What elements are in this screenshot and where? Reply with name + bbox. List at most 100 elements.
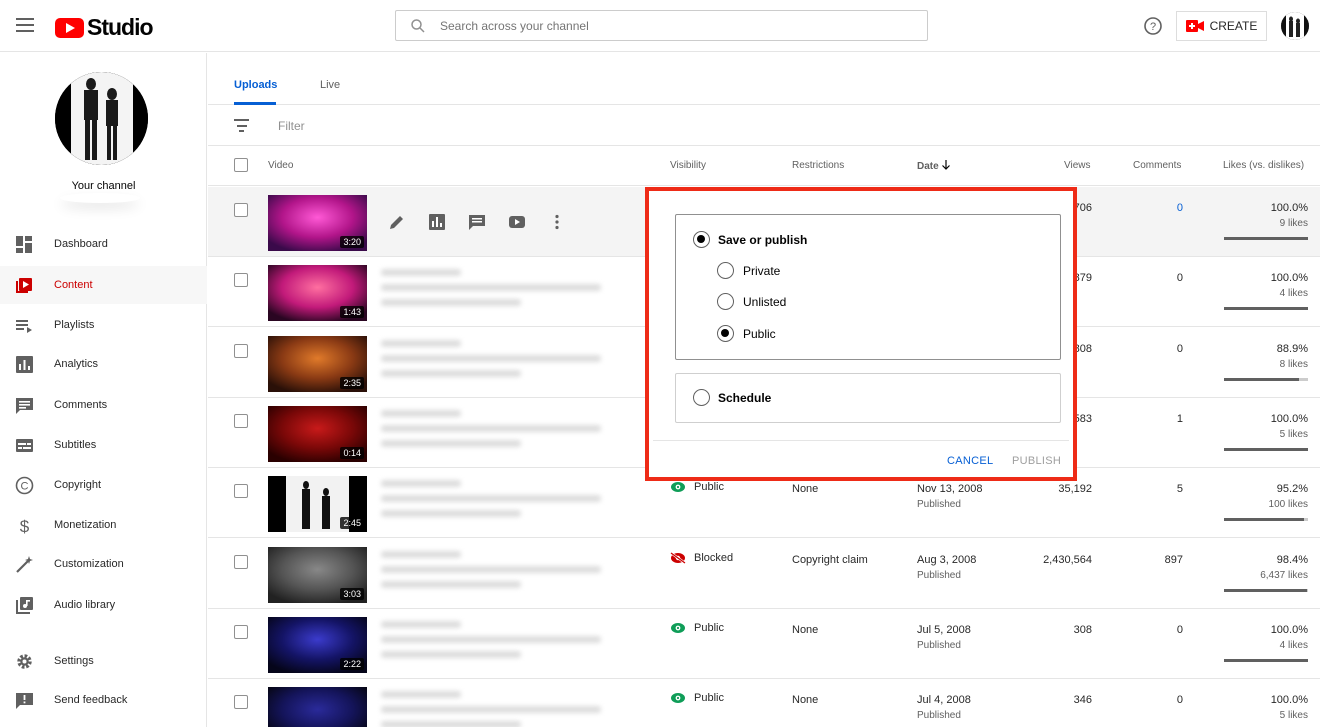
likes-ratio-bar: [1224, 518, 1308, 521]
row-checkbox[interactable]: [234, 344, 248, 358]
sidebar-item-analytics[interactable]: Analytics: [0, 345, 207, 383]
sidebar-item-audio-library[interactable]: Audio library: [0, 586, 207, 624]
likes-count: 100 likes: [1268, 499, 1308, 510]
comments-value: 0: [1176, 343, 1183, 355]
video-thumbnail[interactable]: 3:20: [268, 195, 367, 251]
filter-input[interactable]: Filter: [278, 119, 305, 133]
likes-ratio-fill: [1224, 448, 1308, 451]
row-checkbox[interactable]: [234, 695, 248, 709]
channel-avatar[interactable]: [55, 72, 148, 165]
table-row[interactable]: Public None Jul 4, 2008 Published 346 0 100.0%…: [208, 679, 1320, 727]
likes-percent: 100.0%: [1270, 694, 1308, 706]
youtube-icon[interactable]: [508, 213, 526, 231]
views-value: 35,192: [1058, 483, 1092, 495]
column-comments[interactable]: Comments: [1133, 160, 1181, 171]
video-thumbnail[interactable]: 0:14: [268, 406, 367, 462]
row-checkbox[interactable]: [234, 203, 248, 217]
hamburger-menu-icon[interactable]: [16, 18, 34, 32]
sidebar-item-label: Copyright: [54, 479, 102, 491]
table-row[interactable]: 2:22 Public None Jul 5, 2008 Published 308 0 10…: [208, 609, 1320, 679]
publish-button[interactable]: PUBLISH: [1012, 455, 1061, 467]
row-checkbox[interactable]: [234, 414, 248, 428]
likes-percent: 88.9%: [1276, 343, 1308, 355]
video-thumbnail[interactable]: 2:22: [268, 617, 367, 673]
comments-value[interactable]: 0: [1133, 202, 1183, 214]
sidebar-item-monetization[interactable]: $ Monetization: [0, 506, 207, 544]
cancel-button[interactable]: CANCEL: [947, 455, 993, 467]
likes-count: 4 likes: [1279, 640, 1308, 651]
date-value: Jul 4, 2008: [917, 694, 971, 706]
search-input[interactable]: [440, 18, 900, 33]
sidebar-item-label: Playlists: [54, 319, 95, 331]
row-checkbox[interactable]: [234, 484, 248, 498]
sidebar-item-customization[interactable]: Customization: [0, 545, 207, 583]
tab-uploads[interactable]: Uploads: [234, 79, 277, 91]
comments-value: 1: [1176, 413, 1183, 425]
sidebar-item-settings[interactable]: Settings: [0, 642, 207, 680]
popup-divider: [653, 440, 1069, 441]
video-thumbnail[interactable]: 2:35: [268, 336, 367, 392]
views-value: 346: [1073, 694, 1092, 706]
video-thumbnail[interactable]: 2:45: [268, 476, 367, 532]
sidebar-item-subtitles[interactable]: Subtitles: [0, 426, 207, 464]
active-tab-indicator: [234, 102, 276, 105]
visibility-status[interactable]: Public: [670, 481, 724, 493]
schedule-radio[interactable]: [693, 389, 710, 406]
video-duration: 3:20: [340, 236, 364, 248]
column-visibility[interactable]: Visibility: [670, 160, 706, 171]
table-row[interactable]: 3:03 Blocked Copyright claim Aug 3, 2008 Pub…: [208, 539, 1320, 609]
create-button[interactable]: CREATE: [1176, 11, 1267, 41]
video-duration: 3:03: [340, 588, 364, 600]
sidebar-item-content[interactable]: Content: [0, 266, 207, 304]
edit-pencil-icon[interactable]: [388, 213, 406, 231]
sidebar-item-comments[interactable]: Comments: [0, 386, 207, 424]
search-bar[interactable]: [395, 10, 928, 41]
sidebar-item-label: Content: [54, 279, 93, 291]
row-checkbox[interactable]: [234, 625, 248, 639]
more-options-icon[interactable]: [548, 213, 566, 231]
row-checkbox[interactable]: [234, 555, 248, 569]
channel-shadow: [60, 193, 140, 203]
schedule-label: Schedule: [718, 391, 772, 405]
visibility-status[interactable]: Blocked: [670, 552, 733, 564]
row-checkbox[interactable]: [234, 273, 248, 287]
sidebar-item-playlists[interactable]: Playlists: [0, 306, 207, 344]
sidebar-item-label: Monetization: [54, 519, 117, 531]
column-date[interactable]: Date: [917, 160, 951, 172]
likes-ratio-fill: [1224, 237, 1308, 240]
date-value: Jul 5, 2008: [917, 624, 971, 636]
visibility-status[interactable]: Public: [670, 692, 724, 704]
column-views[interactable]: Views: [1064, 160, 1091, 171]
comments-value: 897: [1164, 554, 1183, 566]
column-restrictions[interactable]: Restrictions: [792, 160, 844, 171]
account-avatar[interactable]: [1281, 12, 1309, 40]
sidebar-item-label: Subtitles: [54, 439, 97, 451]
video-thumbnail[interactable]: 1:43: [268, 265, 367, 321]
likes-ratio-fill: [1224, 659, 1308, 662]
filter-bar[interactable]: Filter: [208, 106, 1320, 146]
tab-live[interactable]: Live: [320, 79, 340, 91]
public-label: Public: [743, 327, 776, 341]
public-radio[interactable]: [717, 325, 734, 342]
video-thumbnail[interactable]: [268, 687, 367, 727]
visibility-status[interactable]: Public: [670, 622, 724, 634]
sidebar-item-label: Comments: [54, 399, 108, 411]
video-thumbnail[interactable]: 3:03: [268, 547, 367, 603]
sidebar-item-dashboard[interactable]: Dashboard: [0, 225, 207, 263]
analytics-icon[interactable]: [428, 213, 446, 231]
sidebar-item-send-feedback[interactable]: Send feedback: [0, 681, 207, 719]
sidebar-item-copyright[interactable]: C Copyright: [0, 466, 207, 504]
private-radio[interactable]: [717, 262, 734, 279]
youtube-studio-logo[interactable]: Studio: [55, 14, 154, 41]
save-or-publish-radio[interactable]: [693, 231, 710, 248]
blurred-video-title: [381, 410, 641, 460]
select-all-checkbox[interactable]: [234, 158, 248, 172]
content-icon: [16, 277, 32, 293]
schedule-box: Schedule: [675, 373, 1061, 423]
unlisted-radio[interactable]: [717, 293, 734, 310]
column-likes[interactable]: Likes (vs. dislikes): [1223, 160, 1304, 171]
comments-icon[interactable]: [468, 213, 486, 231]
filter-icon[interactable]: [234, 119, 249, 132]
help-icon[interactable]: ?: [1143, 16, 1163, 36]
svg-text:$: $: [20, 517, 30, 535]
